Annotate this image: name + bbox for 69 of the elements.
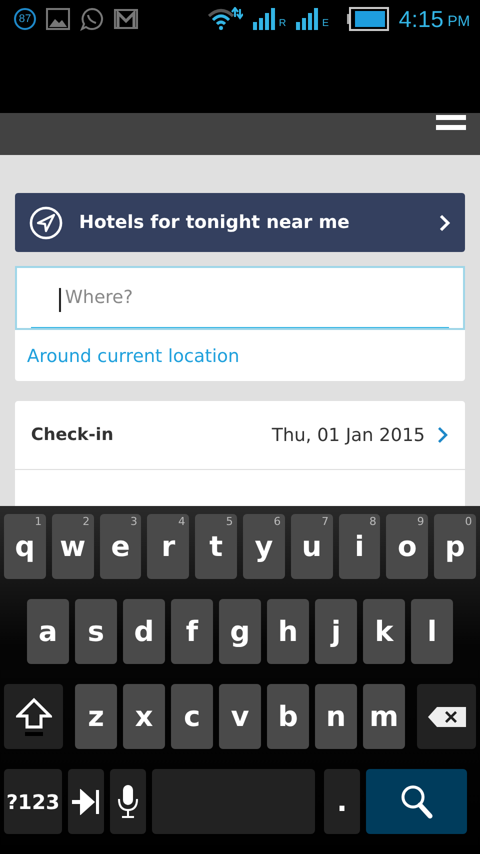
chat-icon	[80, 7, 104, 31]
key[interactable]: l	[411, 599, 453, 664]
key[interactable]: x	[123, 684, 165, 749]
tab-icon	[70, 788, 102, 814]
wifi-icon	[206, 7, 243, 31]
key[interactable]: b	[267, 684, 309, 749]
date-row[interactable]: Check-in Thu, 01 Jan 2015	[15, 401, 465, 470]
key[interactable]: q 1	[4, 514, 46, 579]
backspace-key[interactable]	[417, 684, 476, 749]
date-value: Thu, 01 Jan 2015	[272, 424, 425, 446]
key-hint: 3	[130, 515, 138, 528]
chevron-icon	[437, 426, 449, 444]
key[interactable]: y 6	[242, 514, 285, 579]
network-type: R	[278, 18, 286, 29]
key-hint: 9	[417, 515, 424, 528]
key[interactable]: g	[219, 599, 261, 664]
signal-icon	[296, 8, 320, 30]
key-hint: 1	[34, 515, 42, 528]
key-hint: 4	[178, 515, 186, 528]
key[interactable]: j	[315, 599, 357, 664]
notification-badge: 87	[14, 8, 36, 30]
key[interactable]: c	[171, 684, 213, 749]
shift-icon	[16, 696, 52, 736]
mail-icon	[114, 9, 138, 29]
key[interactable]: n	[315, 684, 357, 749]
key[interactable]: z	[75, 684, 117, 749]
image-icon	[46, 8, 70, 30]
period-key[interactable]: .	[324, 769, 360, 834]
key-hint: 7	[322, 515, 329, 528]
nearby-hotels-button[interactable]: Hotels for tonight near me	[15, 193, 465, 252]
key[interactable]: f	[171, 599, 213, 664]
battery-icon	[346, 7, 389, 31]
key[interactable]: k	[363, 599, 405, 664]
mic-key[interactable]	[110, 769, 146, 834]
clock-period: PM	[448, 13, 470, 30]
key[interactable]: s	[75, 599, 117, 664]
clock-time: 4:15	[398, 6, 444, 32]
tab-key[interactable]	[68, 769, 104, 834]
backspace-icon	[426, 706, 466, 728]
key[interactable]: i 8	[338, 514, 380, 579]
key[interactable]: v	[219, 684, 261, 749]
text-cursor	[59, 288, 61, 312]
date-label: Check-in	[31, 425, 114, 445]
key[interactable]: u 7	[290, 514, 333, 579]
shift-key[interactable]	[4, 684, 63, 749]
key[interactable]: m	[363, 684, 405, 749]
key-hint: 2	[82, 515, 90, 528]
key[interactable]: h	[267, 599, 309, 664]
key[interactable]: e 3	[100, 514, 142, 579]
microphone-icon	[116, 784, 140, 820]
symbols-key[interactable]: ?123	[4, 769, 62, 834]
key[interactable]: w 2	[52, 514, 94, 579]
key[interactable]: p 0	[434, 514, 476, 579]
network-type: E	[322, 18, 329, 29]
signal-icon	[252, 8, 277, 30]
key-hint: 6	[274, 515, 281, 528]
key[interactable]: r 4	[147, 514, 190, 579]
key[interactable]: o 9	[386, 514, 428, 579]
key[interactable]: t 5	[195, 514, 237, 579]
search-icon	[400, 784, 434, 820]
menu-icon[interactable]	[436, 115, 466, 131]
key-hint: 8	[369, 515, 376, 528]
key[interactable]: a	[27, 599, 69, 664]
search-key[interactable]	[366, 769, 467, 834]
chevron-icon	[439, 214, 451, 232]
key-hint: 0	[464, 515, 472, 528]
where-field[interactable]: Where?	[15, 266, 465, 330]
key[interactable]: d	[123, 599, 165, 664]
key-hint: 5	[226, 515, 233, 528]
